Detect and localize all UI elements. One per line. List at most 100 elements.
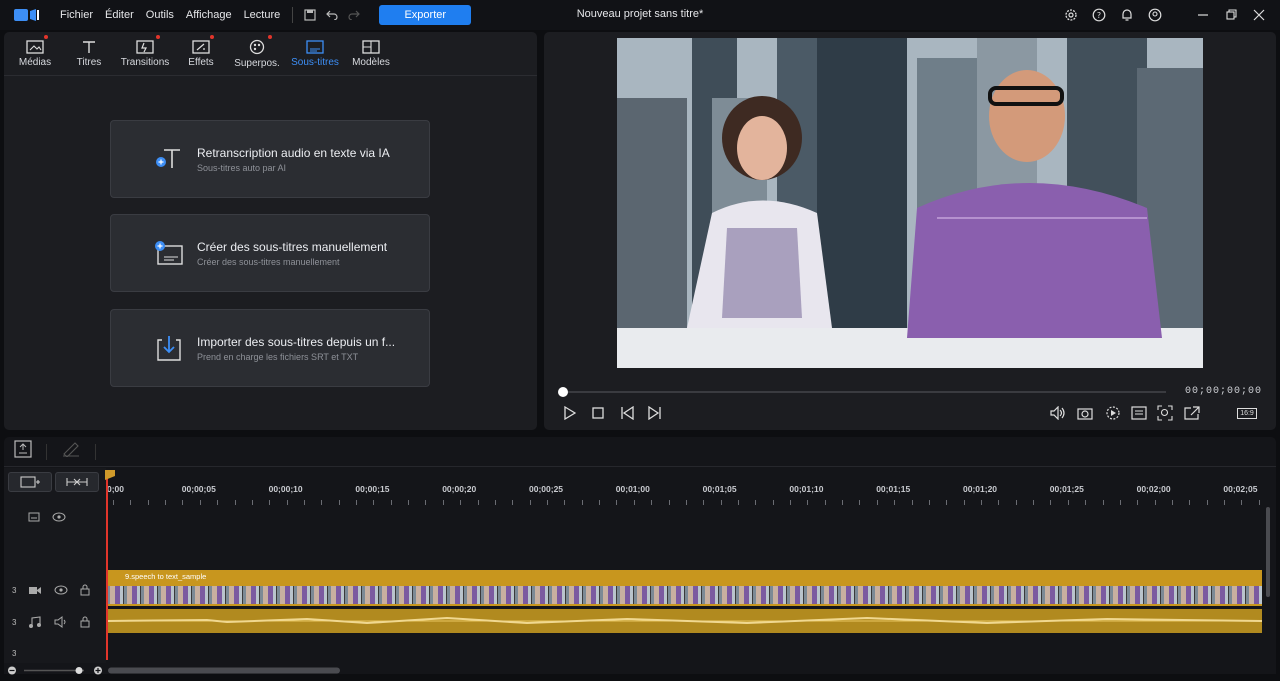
playhead[interactable] <box>106 470 108 660</box>
tab-medias[interactable]: Médias <box>8 32 62 75</box>
ruler-tick <box>1171 500 1173 505</box>
visibility-eye-icon[interactable] <box>52 512 66 522</box>
ruler-time-label: 00;01;15 <box>876 484 911 494</box>
import-subtitles-card[interactable]: Importer des sous-titres depuis un f... P… <box>110 309 430 387</box>
subtitle-toggle-icon[interactable] <box>1129 403 1149 423</box>
timeline-vertical-scrollbar[interactable] <box>1266 507 1270 597</box>
card-title: Importer des sous-titres depuis un f... <box>197 334 396 349</box>
video-camera-icon <box>29 587 42 594</box>
ruler-tick <box>494 500 496 505</box>
settings-gear-icon[interactable] <box>1060 4 1082 26</box>
ruler-time-label: 00;00;10 <box>268 484 303 494</box>
ruler-tick <box>130 500 132 505</box>
ruler-time-label: 00;02;00 <box>1136 484 1171 494</box>
video-clip-thumbnails[interactable] <box>107 584 1262 606</box>
close-icon[interactable] <box>1248 4 1270 26</box>
next-frame-icon[interactable] <box>644 403 664 423</box>
restore-icon[interactable] <box>1220 4 1242 26</box>
video-preview[interactable] <box>617 38 1203 368</box>
lock-icon[interactable] <box>80 616 90 628</box>
menu-outils[interactable]: Outils <box>140 0 180 30</box>
aspect-ratio-button[interactable]: 16:9 <box>1234 403 1260 423</box>
playback-scrubber[interactable] <box>562 391 1166 393</box>
popout-preview-icon[interactable] <box>1182 403 1202 423</box>
ruler-tick <box>286 500 288 505</box>
tab-label: Modèles <box>352 56 390 68</box>
ruler-tick <box>946 500 948 505</box>
toolbar-divider <box>292 7 294 23</box>
speaker-icon[interactable] <box>54 616 68 628</box>
music-note-icon <box>29 616 42 628</box>
video-clip-title[interactable]: 9.speech to text_sample <box>107 570 1262 584</box>
ruler-tick <box>165 500 167 505</box>
menu-editer[interactable]: Éditer <box>99 0 140 30</box>
scrubber-handle[interactable] <box>558 387 568 397</box>
minimize-icon[interactable] <box>1192 4 1214 26</box>
snapshot-camera-icon[interactable] <box>1075 403 1095 423</box>
subtitle-icon <box>306 39 324 54</box>
ruler-tick <box>911 500 913 505</box>
ruler-tick <box>876 500 878 505</box>
zoom-preview-icon[interactable] <box>1155 403 1175 423</box>
menu-lecture[interactable]: Lecture <box>238 0 287 30</box>
add-track-button[interactable] <box>8 472 52 492</box>
audio-clip-waveform[interactable] <box>106 609 1263 633</box>
ruler-time-label: 00;01;20 <box>963 484 998 494</box>
ruler-time-label: 00;01;25 <box>1049 484 1084 494</box>
tab-transitions[interactable]: Transitions <box>116 32 174 75</box>
visibility-eye-icon[interactable] <box>54 585 68 595</box>
media-icon <box>26 39 44 54</box>
ruler-tick <box>981 500 982 505</box>
audio-track-header: 3 <box>12 616 90 628</box>
ruler-time-label: 00;02;05 <box>1223 484 1258 494</box>
ai-transcription-card[interactable]: Retranscription audio en texte via IA Sou… <box>110 120 430 198</box>
ruler-time-label: 00;00;25 <box>529 484 564 494</box>
menu-affichage[interactable]: Affichage <box>180 0 238 30</box>
overlay-icon <box>249 39 265 54</box>
previous-frame-icon[interactable] <box>618 403 638 423</box>
timeline-ruler[interactable]: 0;00 00;00;05 00;00;10 00;00;15 00;00;20 00;0… <box>107 468 1262 508</box>
ruler-tick <box>599 500 601 505</box>
edit-pen-icon[interactable] <box>61 441 81 462</box>
lock-icon[interactable] <box>80 584 90 596</box>
manual-subtitles-card[interactable]: Créer des sous-titres manuellement Créer … <box>110 214 430 292</box>
fit-timeline-icon[interactable] <box>14 440 32 463</box>
ruler-tick <box>616 500 618 505</box>
render-preview-icon[interactable] <box>1103 403 1123 423</box>
tab-superpos[interactable]: Superpos. <box>228 32 286 75</box>
undo-icon[interactable] <box>321 4 343 26</box>
export-button[interactable]: Exporter <box>379 5 472 25</box>
ruler-tick <box>1119 500 1121 505</box>
tab-modeles[interactable]: Modèles <box>344 32 398 75</box>
tab-sous-titres[interactable]: Sous-titres <box>286 32 344 75</box>
ruler-tick <box>1154 500 1156 505</box>
timeline-panel: 3 3 3 0;00 00;00;05 00;00;10 00;00;15 00;00;… <box>4 437 1276 675</box>
play-icon[interactable] <box>560 403 580 423</box>
account-icon[interactable] <box>1144 4 1166 26</box>
stop-icon[interactable] <box>588 403 608 423</box>
tab-titres[interactable]: Titres <box>62 32 116 75</box>
ruler-tick <box>356 500 358 505</box>
notification-bell-icon[interactable] <box>1116 4 1138 26</box>
ruler-tick <box>790 500 792 505</box>
ruler-tick <box>460 500 462 505</box>
tab-label: Transitions <box>120 56 170 68</box>
ruler-tick <box>1206 500 1208 505</box>
menu-fichier[interactable]: Fichier <box>54 0 99 30</box>
ruler-tick <box>512 500 514 505</box>
new-badge-dot <box>210 35 214 39</box>
volume-icon[interactable] <box>1048 403 1068 423</box>
ruler-tick <box>824 500 826 505</box>
save-icon[interactable] <box>299 4 321 26</box>
ruler-tick <box>807 500 809 505</box>
track-number: 3 <box>12 648 17 658</box>
ruler-tick <box>199 500 201 505</box>
ruler-time-label: 00;01;05 <box>702 484 737 494</box>
ruler-tick <box>113 500 114 505</box>
card-subtitle: Prend en charge les fichiers SRT et TXT <box>197 351 359 362</box>
tab-effets[interactable]: Effets <box>174 32 228 75</box>
help-icon[interactable]: ? <box>1088 4 1110 26</box>
snap-toggle-button[interactable] <box>55 472 99 492</box>
card-subtitle: Sous-titres auto par AI <box>197 162 287 173</box>
redo-icon[interactable] <box>343 4 365 26</box>
